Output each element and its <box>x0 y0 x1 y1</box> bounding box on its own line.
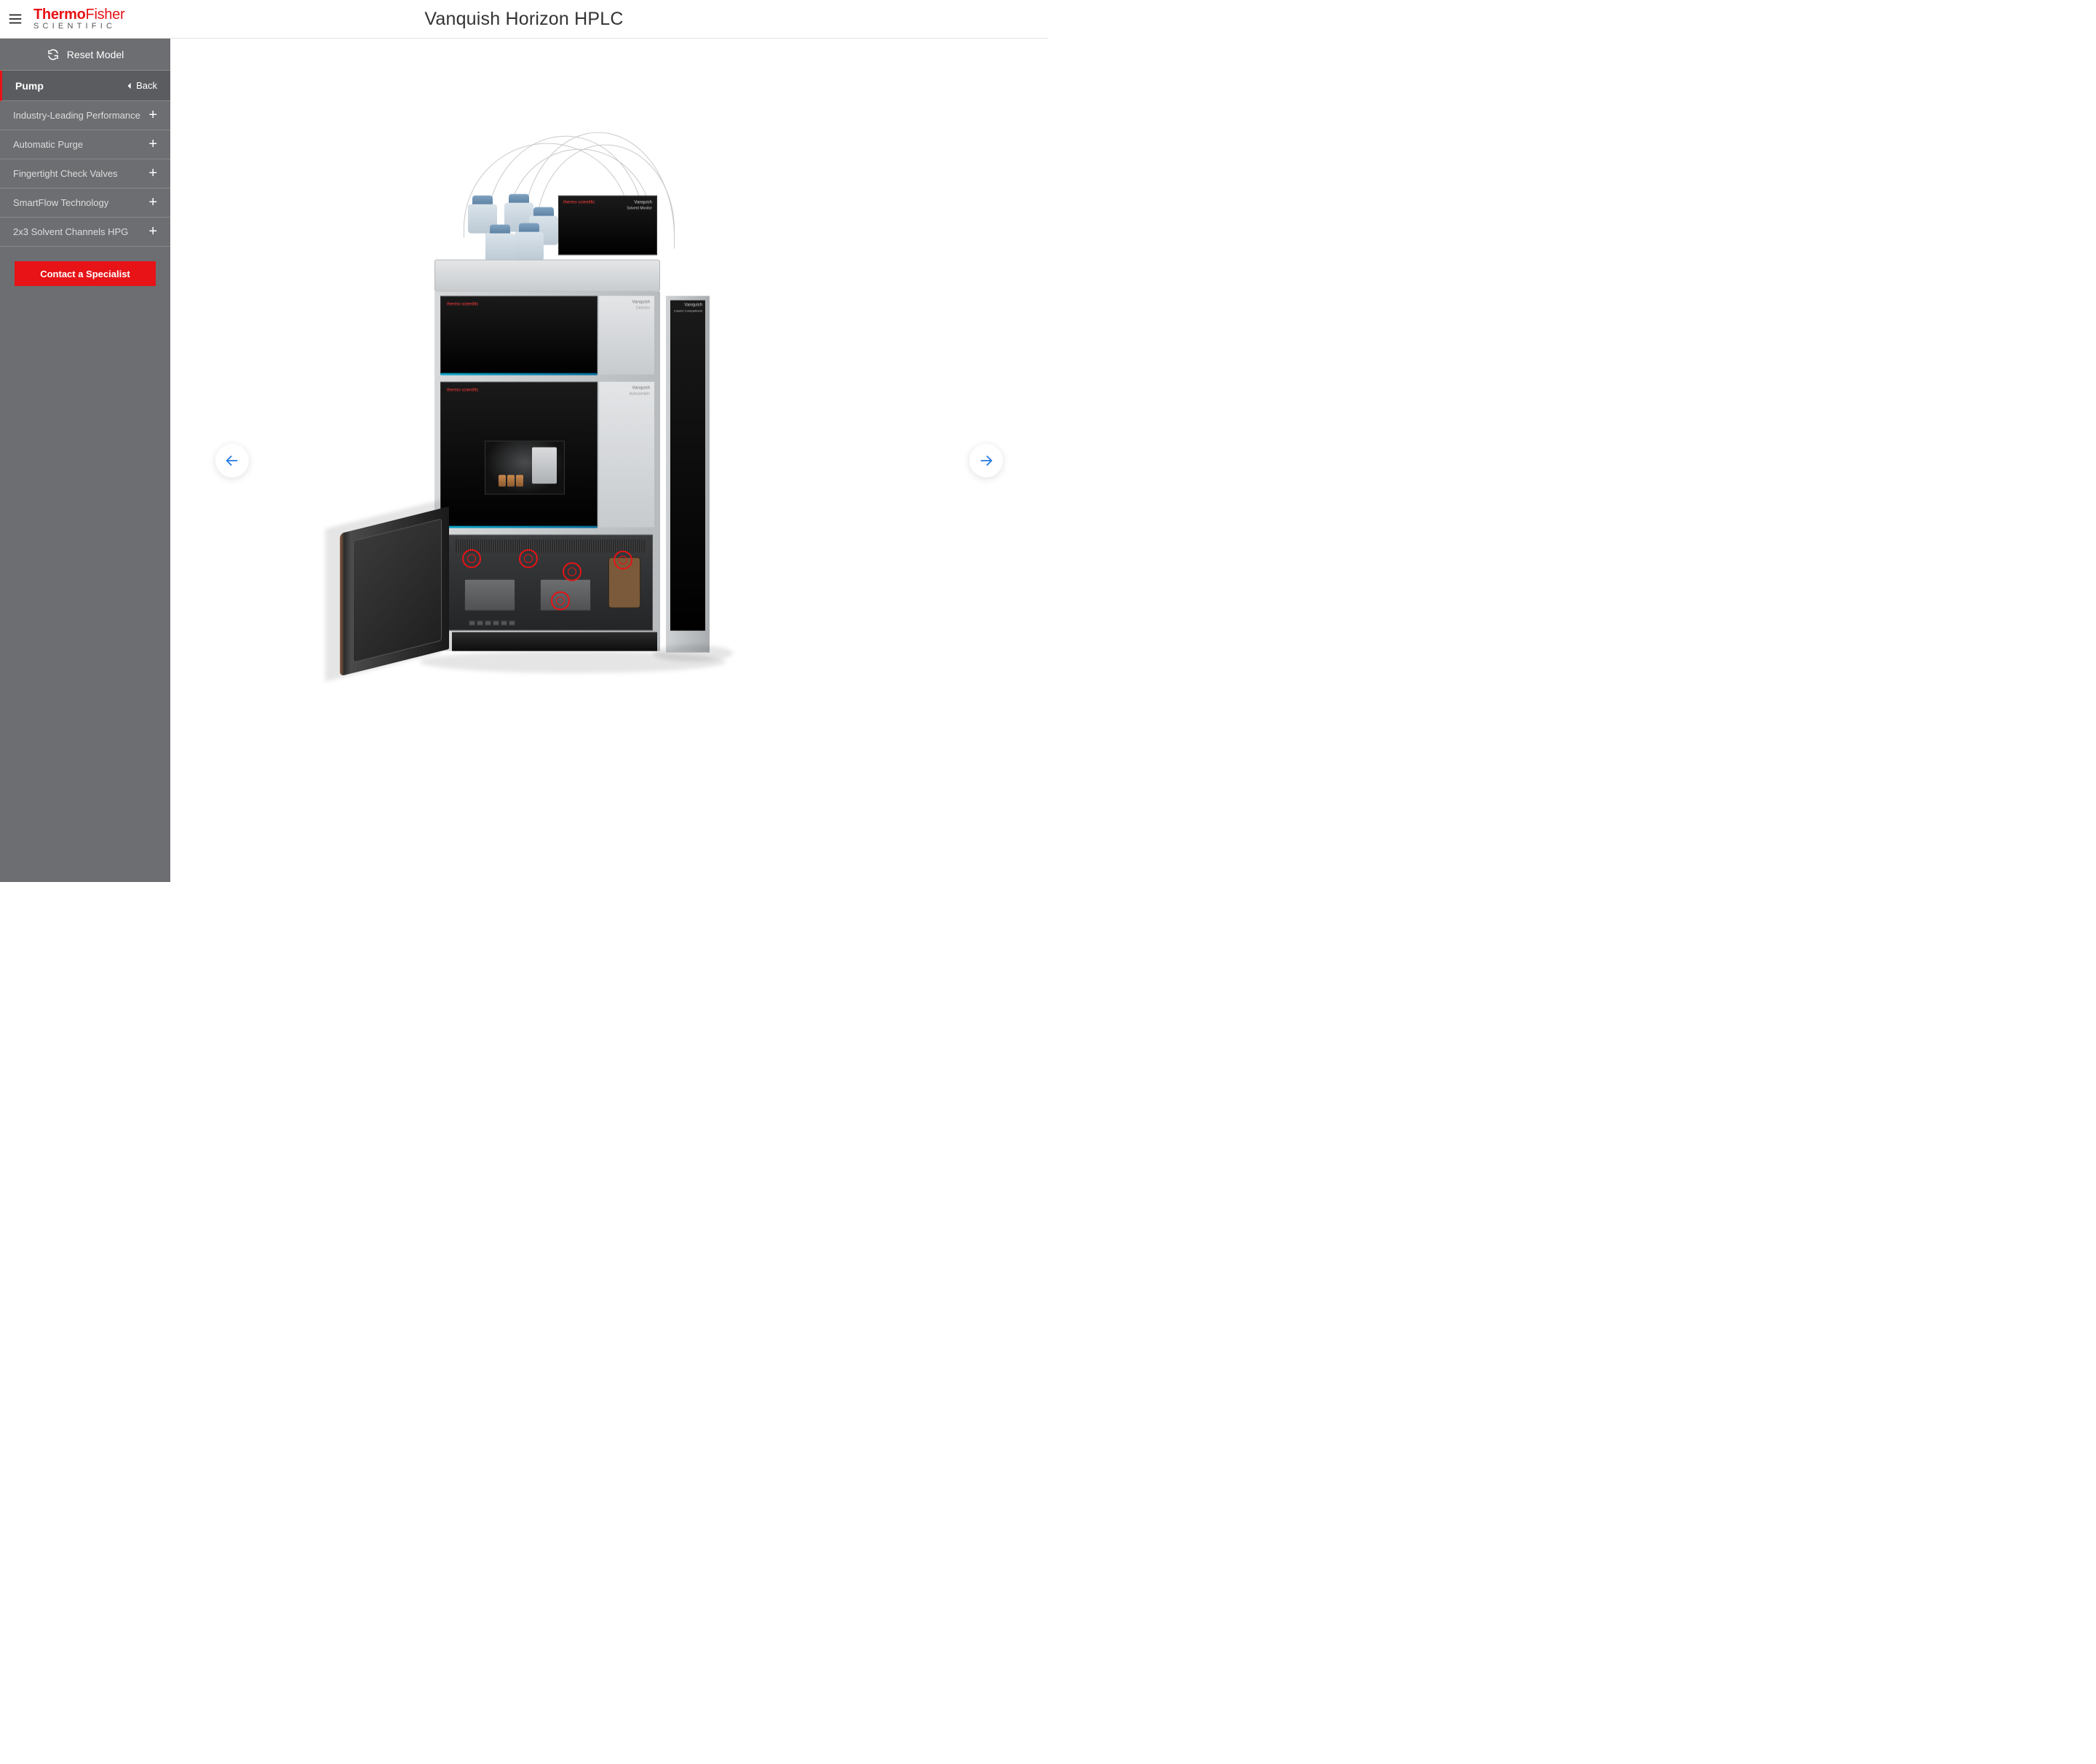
sidebar-item-performance[interactable]: Industry-Leading Performance + <box>0 101 170 130</box>
menu-button[interactable] <box>0 11 31 27</box>
plus-icon: + <box>148 165 157 182</box>
back-button[interactable]: Back <box>127 80 157 91</box>
module-brand: thermo scientific <box>447 388 478 392</box>
system-base <box>452 632 657 651</box>
module-product: Vanquish <box>684 303 702 307</box>
module-subtitle: Column Compartment <box>674 309 702 312</box>
column-compartment: Vanquish Column Compartment <box>666 295 710 652</box>
sidebar-active-pump[interactable]: Pump Back <box>0 71 170 101</box>
detector-side: Vanquish Detector <box>599 295 654 374</box>
next-view-button[interactable] <box>969 444 1003 477</box>
sidebar-item-solvent-channels[interactable]: 2x3 Solvent Channels HPG + <box>0 218 170 247</box>
sidebar-item-label: 2x3 Solvent Channels HPG <box>13 226 128 237</box>
pump-door <box>340 506 449 675</box>
prev-view-button[interactable] <box>215 444 249 477</box>
hamburger-icon <box>7 11 23 27</box>
sidebar-item-label: Fingertight Check Valves <box>13 168 118 179</box>
sidebar-item-label: SmartFlow Technology <box>13 197 108 208</box>
refresh-icon <box>47 48 60 61</box>
detector-module: thermo scientific <box>440 295 598 374</box>
solvent-bottle <box>485 224 515 262</box>
sidebar-item-label: Industry-Leading Performance <box>13 110 140 121</box>
sidebar-item-check-valves[interactable]: Fingertight Check Valves + <box>0 159 170 188</box>
brand-bottom: SCIENTIFIC <box>33 23 124 31</box>
caret-left-icon <box>127 82 132 90</box>
module-product: Vanquish <box>632 386 650 390</box>
sample-viewport <box>485 440 565 494</box>
reset-label: Reset Model <box>67 49 124 60</box>
plus-icon: + <box>148 136 157 153</box>
module-brand: thermo scientific <box>447 302 478 306</box>
hotspot-smartflow[interactable] <box>563 562 581 581</box>
brand-logo: ThermoFisher SCIENTIFIC <box>33 7 124 31</box>
reset-model-button[interactable]: Reset Model <box>0 39 170 71</box>
module-subtitle: Autosampler <box>630 392 650 396</box>
hotspot-solvent-channels[interactable] <box>614 550 632 569</box>
hotspot-automatic-purge[interactable] <box>551 591 570 610</box>
led-strip <box>440 525 598 528</box>
arrow-right-icon <box>978 453 994 469</box>
plus-icon: + <box>148 194 157 211</box>
module-brand: thermo scientific <box>563 200 595 204</box>
cta-label: Contact a Specialist <box>40 269 130 279</box>
plus-icon: + <box>148 223 157 240</box>
sidebar: Reset Model Pump Back Industry-Leading P… <box>0 39 170 882</box>
solvent-monitor: thermo scientific Vanquish Solvent Monit… <box>558 195 657 255</box>
back-label: Back <box>136 80 157 91</box>
module-subtitle: Solvent Monitor <box>627 206 652 210</box>
module-product: Vanquish <box>632 300 650 304</box>
plus-icon: + <box>148 107 157 124</box>
solvent-bottle <box>515 223 544 261</box>
sidebar-item-label: Automatic Purge <box>13 139 83 150</box>
arrow-left-icon <box>224 453 240 469</box>
app-header: ThermoFisher SCIENTIFIC Vanquish Horizon… <box>0 0 1048 39</box>
autosampler-side: Vanquish Autosampler <box>599 381 654 527</box>
solvent-tray <box>434 259 660 291</box>
sidebar-item-automatic-purge[interactable]: Automatic Purge + <box>0 130 170 159</box>
pump-module <box>448 534 653 630</box>
module-subtitle: Detector <box>636 306 650 310</box>
hotspot-check-valves[interactable] <box>519 549 538 568</box>
page-title: Vanquish Horizon HPLC <box>424 9 623 30</box>
module-product: Vanquish <box>634 200 652 204</box>
autosampler-module: thermo scientific <box>440 381 598 527</box>
sidebar-item-smartflow[interactable]: SmartFlow Technology + <box>0 188 170 218</box>
contact-specialist-button[interactable]: Contact a Specialist <box>15 261 156 286</box>
active-label: Pump <box>15 80 44 92</box>
led-strip <box>440 373 598 375</box>
model-viewport[interactable]: thermo scientific Vanquish Solvent Monit… <box>170 39 1048 882</box>
instrument-model: thermo scientific Vanquish Solvent Monit… <box>434 150 784 747</box>
brand-top-2: Fisher <box>86 7 125 23</box>
brand-top-1: Thermo <box>33 7 86 23</box>
hotspot-performance[interactable] <box>462 549 481 568</box>
